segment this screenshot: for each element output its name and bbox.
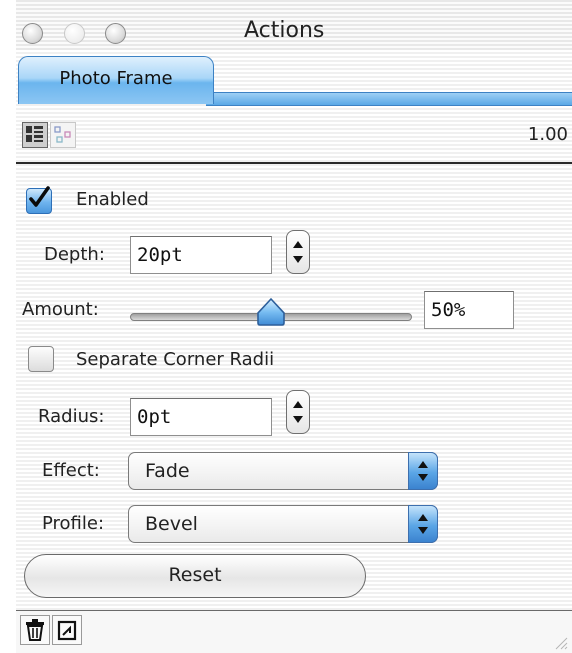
enabled-checkbox[interactable]: [26, 186, 52, 214]
node-view-button[interactable]: [50, 122, 76, 148]
slider-thumb-icon[interactable]: [255, 297, 287, 327]
depth-field[interactable]: 20pt: [130, 236, 272, 274]
actions-window: Actions Photo Frame 1.00 Enabled Depth: …: [16, 0, 572, 653]
step-down-icon[interactable]: [293, 256, 303, 263]
title-bar[interactable]: Actions: [16, 0, 572, 50]
separate-corner-radii-label: Separate Corner Radii: [76, 349, 275, 370]
trash-icon: [26, 619, 44, 641]
effect-popup[interactable]: Fade: [128, 452, 438, 490]
radius-stepper[interactable]: [286, 390, 310, 434]
popup-arrows-icon[interactable]: [408, 505, 438, 543]
new-item-button[interactable]: [52, 615, 82, 645]
tab-photo-frame[interactable]: Photo Frame: [18, 56, 214, 104]
enabled-label: Enabled: [76, 189, 149, 210]
step-up-icon[interactable]: [293, 401, 303, 408]
step-down-icon[interactable]: [293, 416, 303, 423]
actions-panel: Enabled Depth: 20pt Amount: 50% Separate…: [16, 164, 544, 606]
bottom-bar: [16, 610, 572, 653]
effect-label: Effect:: [42, 460, 100, 481]
zoom-level: 1.00: [527, 124, 568, 145]
profile-popup[interactable]: Bevel: [128, 505, 438, 543]
radius-label: Radius:: [38, 406, 105, 427]
tab-rail: [206, 92, 572, 106]
profile-value: Bevel: [145, 513, 198, 535]
zoom-window-icon[interactable]: [105, 23, 126, 44]
reset-button[interactable]: Reset: [24, 554, 366, 598]
trash-button[interactable]: [20, 615, 50, 645]
amount-field[interactable]: 50%: [424, 291, 514, 329]
profile-label: Profile:: [42, 513, 105, 534]
radius-field[interactable]: 0pt: [130, 398, 272, 436]
effect-value: Fade: [145, 460, 190, 482]
minimize-window-icon[interactable]: [64, 23, 85, 44]
amount-label: Amount:: [22, 299, 99, 320]
tab-bar: Photo Frame: [16, 50, 572, 106]
close-window-icon[interactable]: [22, 23, 43, 44]
depth-stepper[interactable]: [286, 230, 310, 274]
depth-label: Depth:: [44, 244, 105, 265]
list-view-icon: [26, 126, 43, 142]
popup-arrows-icon[interactable]: [408, 452, 438, 490]
checkmark-icon: [29, 186, 50, 207]
new-item-icon: [57, 620, 77, 641]
step-up-icon[interactable]: [293, 241, 303, 248]
node-view-icon: [54, 126, 71, 143]
separate-corner-radii-checkbox[interactable]: [28, 346, 54, 372]
toolbar: 1.00: [16, 108, 572, 164]
resize-grip-icon[interactable]: [552, 634, 568, 650]
window-title: Actions: [244, 18, 325, 43]
list-view-button[interactable]: [22, 122, 48, 148]
